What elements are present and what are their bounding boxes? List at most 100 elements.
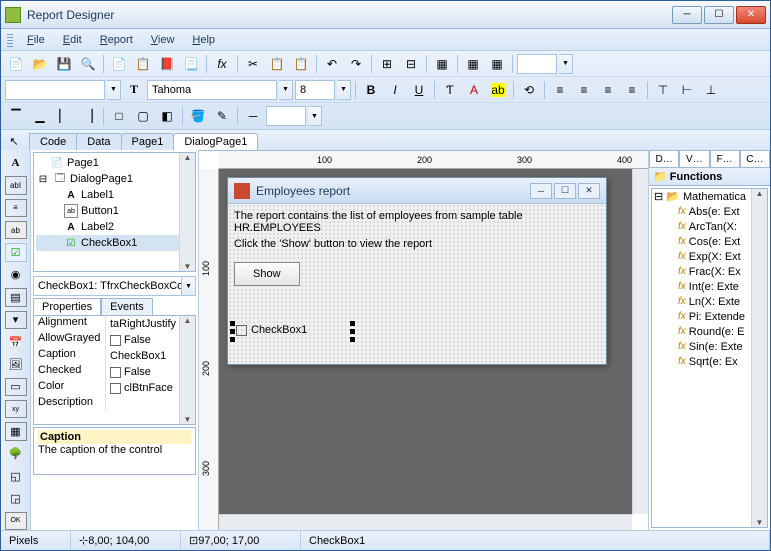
right-tab-data[interactable]: D… (649, 150, 679, 168)
paste-button[interactable]: 📋 (290, 53, 312, 75)
tree-dialogpage1[interactable]: ⊟ 🗔 DialogPage1 (36, 171, 193, 187)
style-combo[interactable] (5, 80, 105, 100)
func-item[interactable]: fx Ln(X: Exte (652, 294, 767, 309)
palette-tree-icon[interactable]: 🌳 (5, 445, 27, 463)
style-dropdown[interactable]: ▼ (107, 80, 121, 100)
fill-color-button[interactable]: 🪣 (187, 105, 209, 127)
redo-button[interactable]: ↷ (345, 53, 367, 75)
zoom-combo[interactable] (517, 54, 557, 74)
variables-button[interactable]: fx (211, 53, 233, 75)
func-item[interactable]: fx Cos(e: Ext (652, 234, 767, 249)
tab-page1[interactable]: Page1 (121, 133, 175, 150)
line-width-dropdown[interactable]: ▼ (308, 106, 322, 126)
palette-button-icon[interactable]: ab (5, 221, 27, 239)
page-settings-button[interactable]: 📃 (180, 53, 202, 75)
palette-radio-icon[interactable]: ◉ (5, 266, 27, 284)
close-button[interactable]: ✕ (736, 6, 766, 24)
dialog-maximize-button[interactable]: ☐ (554, 183, 576, 199)
line-color-button[interactable]: ✎ (211, 105, 233, 127)
dialog-form[interactable]: Employees report ─ ☐ ✕ The report contai… (227, 177, 607, 365)
valign-top-button[interactable]: ⊤ (652, 79, 674, 101)
menu-file[interactable]: File (19, 32, 53, 48)
font-settings-button[interactable]: Ƭ (439, 79, 461, 101)
tab-properties[interactable]: Properties (33, 298, 101, 315)
tree-page1[interactable]: 📄 Page1 (36, 155, 193, 171)
new-dialog-button[interactable]: 📋 (132, 53, 154, 75)
valign-bottom-button[interactable]: ⊥ (700, 79, 722, 101)
save-button[interactable]: 💾 (53, 53, 75, 75)
maximize-button[interactable]: ☐ (704, 6, 734, 24)
palette-ok-icon[interactable]: OK (5, 512, 27, 530)
func-item[interactable]: fx Pi: Extende (652, 309, 767, 324)
palette-misc1-icon[interactable]: ◱ (5, 467, 27, 485)
border-shadow-button[interactable]: ◧ (156, 105, 178, 127)
func-item[interactable]: fx Round(e: E (652, 324, 767, 339)
align-grid-button[interactable]: ▦ (462, 53, 484, 75)
dialog-checkbox1[interactable]: CheckBox1 (236, 324, 307, 336)
menu-view[interactable]: View (143, 32, 183, 48)
func-item[interactable]: fx ArcTan(X: (652, 219, 767, 234)
underline-button[interactable]: U (408, 79, 430, 101)
font-color-button[interactable]: A (463, 79, 485, 101)
undo-button[interactable]: ↶ (321, 53, 343, 75)
border-all-button[interactable]: □ (108, 105, 130, 127)
highlight-button[interactable]: ab (487, 79, 509, 101)
palette-grid-icon[interactable]: ▦ (5, 422, 27, 440)
tab-code[interactable]: Code (29, 133, 77, 150)
func-item[interactable]: fx Frac(X: Ex (652, 264, 767, 279)
palette-edit-icon[interactable]: abI (5, 176, 27, 194)
palette-listbox-icon[interactable]: ▤ (5, 288, 27, 306)
line-width-combo[interactable] (266, 106, 306, 126)
canvas-vscrollbar[interactable] (632, 169, 648, 514)
font-size-combo[interactable]: 8 (295, 80, 335, 100)
dialog-label2[interactable]: Click the 'Show' button to view the repo… (234, 238, 600, 250)
checkbox-icon[interactable] (110, 335, 121, 346)
line-style-button[interactable]: ─ (242, 105, 264, 127)
font-size-dropdown[interactable]: ▼ (337, 80, 351, 100)
new-button[interactable]: 📄 (5, 53, 27, 75)
palette-text-icon[interactable]: A (5, 154, 27, 172)
align-center-button[interactable]: ≡ (573, 79, 595, 101)
italic-button[interactable]: I (384, 79, 406, 101)
func-item[interactable]: fx Exp(X: Ext (652, 249, 767, 264)
dialog-label1[interactable]: The report contains the list of employee… (234, 210, 600, 234)
group-button[interactable]: ⊞ (376, 53, 398, 75)
align-justify-button[interactable]: ≡ (621, 79, 643, 101)
palette-groupbox-icon[interactable]: xy (5, 400, 27, 418)
minimize-button[interactable]: ─ (672, 6, 702, 24)
canvas-hscrollbar[interactable] (219, 514, 632, 530)
menu-report[interactable]: Report (92, 32, 141, 48)
func-item[interactable]: fx Int(e: Exte (652, 279, 767, 294)
arrow-tool[interactable]: ↖ (5, 132, 23, 150)
tree-checkbox1[interactable]: ☑ CheckBox1 (36, 235, 193, 251)
grid-button[interactable]: ▦ (431, 53, 453, 75)
font-name-dropdown[interactable]: ▼ (279, 80, 293, 100)
menu-help[interactable]: Help (184, 32, 223, 48)
right-tab-classes[interactable]: C… (740, 150, 770, 168)
object-combo-dropdown[interactable]: ▼ (182, 276, 196, 296)
functions-scrollbar[interactable] (751, 189, 767, 527)
object-combo[interactable]: CheckBox1: TfrxCheckBoxCo (33, 276, 182, 296)
palette-combobox-icon[interactable]: ▾ (5, 311, 27, 329)
rotate-button[interactable]: ⟲ (518, 79, 540, 101)
bold-button[interactable]: B (360, 79, 382, 101)
right-tab-functions[interactable]: F… (710, 150, 740, 168)
preview-button[interactable]: 🔍 (77, 53, 99, 75)
copy-button[interactable]: 📋 (266, 53, 288, 75)
fit-grid-button[interactable]: ▦ (486, 53, 508, 75)
open-button[interactable]: 📂 (29, 53, 51, 75)
cut-button[interactable]: ✂ (242, 53, 264, 75)
tree-scrollbar[interactable] (179, 153, 195, 271)
prop-scrollbar[interactable] (179, 316, 195, 424)
valign-middle-button[interactable]: ⊢ (676, 79, 698, 101)
border-top-button[interactable]: ▔ (5, 105, 27, 127)
palette-checkbox-icon[interactable]: ☑ (5, 243, 27, 261)
dialog-close-button[interactable]: ✕ (578, 183, 600, 199)
func-item[interactable]: fx Abs(e: Ext (652, 204, 767, 219)
menu-edit[interactable]: Edit (55, 32, 90, 48)
tab-dialogpage1[interactable]: DialogPage1 (173, 133, 258, 150)
func-item[interactable]: fx Sqrt(e: Ex (652, 354, 767, 369)
dialog-minimize-button[interactable]: ─ (530, 183, 552, 199)
ungroup-button[interactable]: ⊟ (400, 53, 422, 75)
func-group[interactable]: ⊟ 📂 Mathematica (652, 189, 767, 204)
